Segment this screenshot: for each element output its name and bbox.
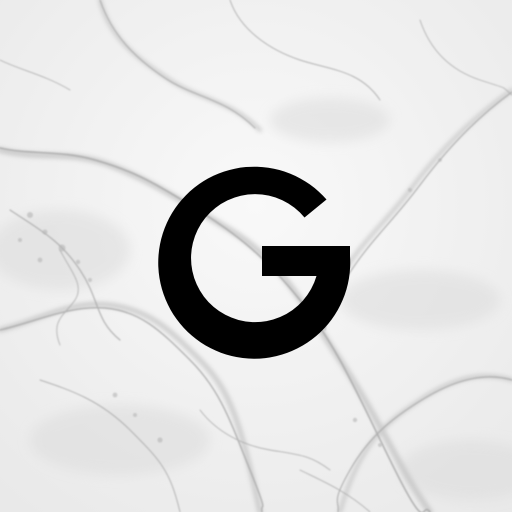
g-logo-icon <box>158 166 351 359</box>
app-icon-tile[interactable] <box>0 0 512 512</box>
